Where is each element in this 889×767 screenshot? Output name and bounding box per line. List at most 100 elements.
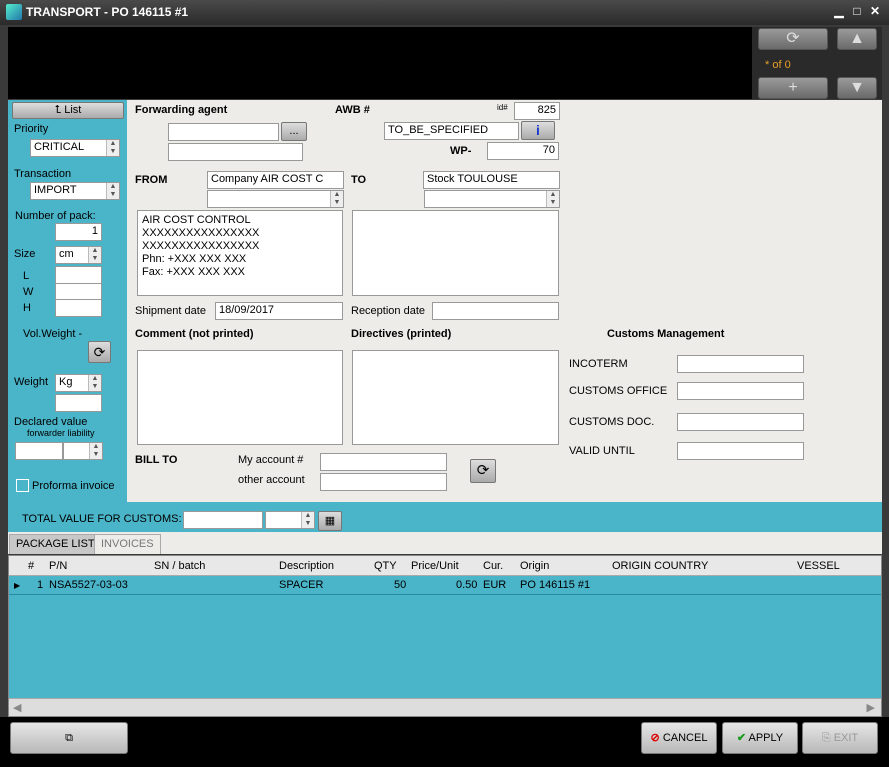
col-header-currency[interactable]: Cur.: [483, 560, 503, 572]
horizontal-scrollbar[interactable]: ◀ ▶: [9, 698, 881, 716]
reception-date-label: Reception date: [351, 305, 425, 317]
priority-value: CRITICAL: [34, 141, 85, 153]
size-unit-select[interactable]: cm ▲ ▼: [55, 246, 102, 264]
add-button[interactable]: +: [758, 77, 828, 99]
to-contact-spinner[interactable]: ▲ ▼: [546, 191, 559, 207]
from-address-text[interactable]: AIR COST CONTROL XXXXXXXXXXXXXXXX XXXXXX…: [137, 210, 343, 296]
exit-button[interactable]: ⎘ EXIT: [802, 722, 878, 754]
comment-label: Comment (not printed): [135, 328, 254, 340]
total-customs-input[interactable]: [183, 511, 263, 529]
cell-description: SPACER: [279, 579, 324, 591]
minimize-button[interactable]: ▁: [832, 4, 846, 18]
total-customs-label: TOTAL VALUE FOR CUSTOMS:: [22, 513, 182, 525]
my-account-label: My account #: [238, 454, 304, 466]
size-label: Size: [14, 248, 36, 260]
col-header-origin-country[interactable]: ORIGIN COUNTRY: [612, 560, 708, 572]
customs-doc-input[interactable]: [677, 413, 804, 431]
col-header-origin[interactable]: Origin: [520, 560, 549, 572]
col-header-pn[interactable]: P/N: [49, 560, 67, 572]
down-arrow-icon: ▼: [849, 79, 865, 96]
valid-until-input[interactable]: [677, 442, 804, 460]
declared-currency-select[interactable]: ▲ ▼: [63, 442, 103, 460]
previous-button[interactable]: ▲: [837, 28, 877, 50]
valid-until-label: VALID UNTIL: [569, 445, 635, 457]
to-address-text[interactable]: [352, 210, 559, 296]
checkmark-icon: ✔: [736, 732, 747, 744]
reception-date-input[interactable]: [432, 302, 559, 320]
priority-select[interactable]: CRITICAL ▲ ▼: [30, 139, 120, 157]
awb-info-button[interactable]: i: [521, 121, 555, 140]
bill-to-refresh-button[interactable]: ⟳: [470, 459, 496, 483]
transaction-spinner[interactable]: ▲ ▼: [106, 183, 119, 199]
proforma-checkbox[interactable]: [16, 479, 29, 492]
shipment-date-label: Shipment date: [135, 305, 206, 317]
forwarding-agent-secondary-input[interactable]: [168, 143, 303, 161]
weight-input[interactable]: [55, 394, 102, 412]
table-row[interactable]: ▶ 1 NSA5527-03-03 SPACER 50 0.50 EUR PO …: [9, 577, 881, 595]
col-header-qty[interactable]: QTY: [374, 560, 397, 572]
transaction-select[interactable]: IMPORT ▲ ▼: [30, 182, 120, 200]
next-button[interactable]: ▼: [837, 77, 877, 99]
col-header-vessel[interactable]: VESSEL: [797, 560, 840, 572]
awb-input[interactable]: TO_BE_SPECIFIED: [384, 122, 519, 140]
apply-button[interactable]: ✔ APPLY: [722, 722, 798, 754]
total-customs-currency-select[interactable]: ▲ ▼: [265, 511, 315, 529]
apply-label: APPLY: [748, 732, 784, 744]
col-header-sn[interactable]: SN / batch: [154, 560, 205, 572]
maximize-button[interactable]: □: [850, 4, 864, 18]
grid-header: # P/N SN / batch Description QTY Price/U…: [9, 556, 881, 576]
col-header-num[interactable]: #: [28, 560, 34, 572]
to-contact-select[interactable]: ▲ ▼: [424, 190, 560, 208]
calculator-icon: ▦: [324, 515, 336, 527]
tab-invoices[interactable]: INVOICES: [94, 534, 161, 554]
scroll-right-icon[interactable]: ▶: [867, 701, 875, 714]
close-button[interactable]: ✕: [868, 4, 882, 18]
vol-weight-refresh-button[interactable]: ⟳: [88, 341, 111, 363]
refresh-button[interactable]: ⟳: [758, 28, 828, 50]
comment-textarea[interactable]: [137, 350, 343, 445]
currency-spinner[interactable]: ▲ ▼: [301, 512, 314, 528]
calculator-button[interactable]: ▦: [318, 511, 342, 531]
to-input[interactable]: Stock TOULOUSE: [423, 171, 560, 189]
declared-currency-spinner[interactable]: ▲ ▼: [89, 443, 102, 459]
size-unit-value: cm: [59, 248, 74, 260]
from-input[interactable]: Company AIR COST C: [207, 171, 344, 189]
exit-label: EXIT: [833, 732, 859, 744]
from-contact-select[interactable]: ▲ ▼: [207, 190, 344, 208]
other-account-input[interactable]: [320, 473, 447, 491]
cancel-label: CANCEL: [662, 732, 708, 744]
col-header-description[interactable]: Description: [279, 560, 334, 572]
forwarder-liability-label: forwarder liability: [27, 428, 95, 438]
exit-door-icon: ⎘: [821, 732, 831, 744]
transaction-label: Transaction: [14, 168, 72, 180]
weight-unit-select[interactable]: Kg ▲ ▼: [55, 374, 102, 392]
cancel-button[interactable]: ⊘ CANCEL: [641, 722, 717, 754]
from-contact-spinner[interactable]: ▲ ▼: [330, 191, 343, 207]
number-of-pack-input[interactable]: 1: [55, 223, 102, 241]
bill-to-label: BILL TO: [135, 454, 178, 466]
customs-doc-label: CUSTOMS DOC.: [569, 416, 655, 428]
copy-button[interactable]: ⧉: [10, 722, 128, 754]
my-account-input[interactable]: [320, 453, 447, 471]
col-header-price[interactable]: Price/Unit: [411, 560, 459, 572]
length-input[interactable]: [55, 266, 102, 284]
directives-textarea[interactable]: [352, 350, 559, 445]
tab-package-list[interactable]: PACKAGE LIST: [9, 534, 102, 554]
wp-input[interactable]: 70: [487, 142, 559, 160]
customs-office-input[interactable]: [677, 382, 804, 400]
transaction-value: IMPORT: [34, 184, 77, 196]
priority-spinner[interactable]: ▲ ▼: [106, 140, 119, 156]
declared-value-input[interactable]: [15, 442, 63, 460]
info-icon: i: [536, 122, 540, 138]
shipment-date-input[interactable]: 18/09/2017: [215, 302, 343, 320]
forwarding-agent-browse-button[interactable]: ...: [281, 122, 307, 141]
list-button[interactable]: ⮤ List: [12, 102, 124, 119]
vol-weight-label: Vol.Weight -: [23, 328, 83, 340]
scroll-left-icon[interactable]: ◀: [13, 701, 21, 714]
height-input[interactable]: [55, 299, 102, 317]
cell-origin: PO 146115 #1: [520, 579, 591, 591]
weight-unit-spinner[interactable]: ▲ ▼: [88, 375, 101, 391]
forwarding-agent-input[interactable]: [168, 123, 279, 141]
size-unit-spinner[interactable]: ▲ ▼: [88, 247, 101, 263]
incoterm-input[interactable]: [677, 355, 804, 373]
